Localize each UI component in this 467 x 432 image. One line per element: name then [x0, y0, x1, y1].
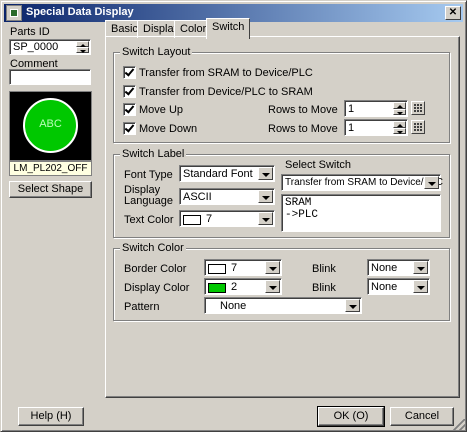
- transfer-plc-to-sram-checkbox[interactable]: [123, 85, 136, 98]
- display-language-dropdown[interactable]: ASCII: [179, 188, 275, 205]
- display-blink-label: Blink: [312, 282, 336, 294]
- chevron-down-icon[interactable]: [413, 280, 428, 293]
- preview-text: ABC: [39, 118, 62, 130]
- display-blink-value: None: [371, 281, 398, 293]
- resize-grip-icon[interactable]: [453, 419, 465, 431]
- pattern-dropdown[interactable]: None: [204, 297, 362, 314]
- move-down-rows-value: 1: [348, 122, 355, 134]
- chevron-down-icon[interactable]: [265, 261, 280, 274]
- border-color-dropdown[interactable]: 7: [204, 259, 282, 276]
- ok-button[interactable]: OK (O): [317, 406, 385, 427]
- parts-id-field[interactable]: SP_0000: [9, 39, 91, 55]
- cancel-button[interactable]: Cancel: [390, 407, 454, 426]
- shape-preview: ABC: [9, 91, 92, 161]
- text-color-swatch: [183, 215, 201, 225]
- display-color-value: 2: [231, 281, 238, 293]
- move-up-rows-label: Rows to Move: [268, 104, 338, 116]
- move-down-rows-spinner[interactable]: [393, 121, 406, 134]
- display-language-label: Display Language: [124, 184, 173, 207]
- parts-id-value: SP_0000: [13, 41, 59, 53]
- move-down-label: Move Down: [139, 123, 198, 135]
- window-title: Special Data Display: [26, 6, 134, 18]
- chevron-down-icon[interactable]: [424, 176, 439, 189]
- comment-input[interactable]: [9, 69, 91, 85]
- transfer-sram-to-plc-checkbox[interactable]: [123, 66, 136, 79]
- chevron-down-icon[interactable]: [265, 280, 280, 293]
- spin-down-icon[interactable]: [76, 47, 89, 53]
- spin-down-icon[interactable]: [393, 127, 406, 134]
- shape-name: LM_PL202_OFF: [9, 161, 92, 176]
- special-data-display-dialog: Special Data Display ✕ Parts ID SP_0000 …: [0, 0, 467, 432]
- switch-label-text: SRAM ->PLC: [285, 197, 319, 221]
- move-down-rows-field[interactable]: 1: [344, 119, 408, 136]
- keypad-icon[interactable]: [411, 120, 425, 134]
- chevron-down-icon[interactable]: [258, 212, 273, 225]
- text-color-label: Text Color: [124, 214, 174, 226]
- spin-down-icon[interactable]: [393, 108, 406, 115]
- border-blink-value: None: [371, 262, 398, 274]
- move-up-rows-spinner[interactable]: [393, 102, 406, 115]
- lamp-shape: ABC: [23, 98, 78, 153]
- border-color-value: 7: [231, 262, 238, 274]
- move-down-checkbox[interactable]: [123, 122, 136, 135]
- switch-label-text-area[interactable]: SRAM ->PLC: [281, 194, 441, 232]
- transfer-sram-to-plc-label: Transfer from SRAM to Device/PLC: [139, 67, 313, 79]
- font-type-dropdown[interactable]: Standard Font: [179, 165, 275, 182]
- switch-label-legend: Switch Label: [120, 148, 187, 160]
- font-type-label: Font Type: [124, 169, 173, 181]
- select-switch-label: Select Switch: [285, 159, 352, 171]
- border-color-swatch: [208, 264, 226, 274]
- app-icon: [6, 5, 22, 21]
- select-switch-dropdown[interactable]: Transfer from SRAM to Device/PLC: [281, 174, 444, 191]
- select-switch-value: Transfer from SRAM to Device/PLC: [285, 177, 444, 188]
- pattern-value: None: [220, 300, 247, 312]
- pattern-label: Pattern: [124, 301, 160, 313]
- select-shape-button[interactable]: Select Shape: [9, 181, 92, 198]
- parts-id-spinner[interactable]: [76, 41, 89, 53]
- chevron-down-icon[interactable]: [413, 261, 428, 274]
- switch-color-legend: Switch Color: [120, 242, 186, 254]
- chevron-down-icon[interactable]: [345, 299, 360, 312]
- border-color-label: Border Color: [124, 263, 187, 275]
- chevron-down-icon[interactable]: [258, 190, 273, 203]
- parts-id-label: Parts ID: [10, 26, 50, 38]
- font-type-value: Standard Font: [183, 168, 253, 180]
- keypad-icon[interactable]: [411, 101, 425, 115]
- chevron-down-icon[interactable]: [258, 167, 273, 180]
- transfer-plc-to-sram-label: Transfer from Device/PLC to SRAM: [139, 86, 313, 98]
- display-color-label: Display Color: [124, 282, 190, 294]
- display-blink-dropdown[interactable]: None: [367, 278, 430, 295]
- text-color-dropdown[interactable]: 7: [179, 210, 275, 227]
- display-language-value: ASCII: [183, 191, 212, 203]
- move-up-rows-value: 1: [348, 103, 355, 115]
- border-blink-label: Blink: [312, 263, 336, 275]
- display-color-dropdown[interactable]: 2: [204, 278, 282, 295]
- move-up-label: Move Up: [139, 104, 184, 116]
- move-down-rows-label: Rows to Move: [268, 123, 338, 135]
- border-blink-dropdown[interactable]: None: [367, 259, 430, 276]
- move-up-rows-field[interactable]: 1: [344, 100, 408, 117]
- display-color-swatch: [208, 283, 226, 293]
- switch-layout-legend: Switch Layout: [120, 46, 193, 58]
- move-up-checkbox[interactable]: [123, 103, 136, 116]
- help-button[interactable]: Help (H): [18, 407, 84, 426]
- close-button[interactable]: ✕: [445, 6, 461, 20]
- tab-switch[interactable]: Switch: [206, 18, 251, 39]
- text-color-value: 7: [206, 213, 213, 225]
